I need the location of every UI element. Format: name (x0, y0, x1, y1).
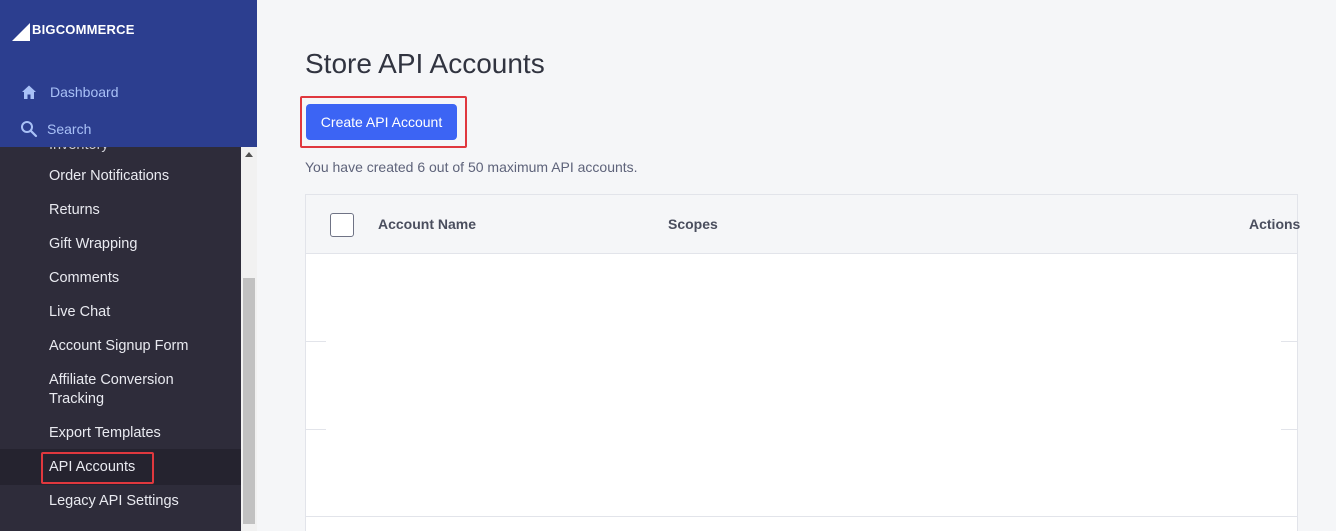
bigcommerce-logo[interactable]: BIGCOMMERCE (12, 15, 135, 43)
sidebar-item-legacy-api-settings[interactable]: Legacy API Settings (49, 492, 179, 511)
sidebar-item-returns[interactable]: Returns (49, 201, 100, 220)
sidebar-item-affiliate-conversion-tracking[interactable]: Affiliate Conversion Tracking (49, 371, 199, 409)
column-header-scopes: Scopes (668, 216, 718, 232)
sidebar-header: BIGCOMMERCE Dashboard Search (0, 0, 257, 147)
sidebar: BIGCOMMERCE Dashboard Search Inventory O… (0, 0, 257, 531)
sidebar-item-live-chat[interactable]: Live Chat (49, 303, 110, 322)
page-title: Store API Accounts (305, 48, 545, 79)
account-limit-info: You have created 6 out of 50 maximum API… (305, 159, 638, 175)
dashboard-label: Dashboard (50, 84, 119, 100)
search-label: Search (47, 121, 92, 137)
row-divider (1281, 341, 1297, 342)
sidebar-item-gift-wrapping[interactable]: Gift Wrapping (49, 235, 137, 254)
sidebar-item-inventory[interactable]: Inventory (49, 147, 109, 155)
dashboard-link[interactable]: Dashboard (20, 83, 119, 101)
sidebar-item-export-templates[interactable]: Export Templates (49, 424, 161, 443)
row-divider (306, 429, 326, 430)
api-accounts-highlight (41, 452, 154, 484)
create-api-account-button[interactable]: Create API Account (306, 104, 457, 140)
row-divider (1281, 429, 1297, 430)
table-header: Account Name Scopes Actions (306, 195, 1301, 254)
sidebar-nav: Inventory Order Notifications Returns Gi… (0, 147, 241, 531)
logo-icon (12, 17, 30, 41)
table-bottom-border (306, 516, 1297, 517)
select-all-checkbox[interactable] (330, 213, 354, 237)
scroll-up-arrow-icon[interactable] (245, 152, 253, 157)
search-icon (20, 120, 38, 138)
sidebar-item-order-notifications[interactable]: Order Notifications (49, 167, 169, 186)
sidebar-scrollbar[interactable] (241, 147, 257, 531)
scrollbar-thumb[interactable] (243, 278, 255, 524)
sidebar-item-account-signup-form[interactable]: Account Signup Form (49, 337, 188, 356)
column-header-account-name[interactable]: Account Name (378, 216, 476, 232)
api-accounts-table: Account Name Scopes Actions (305, 194, 1301, 531)
logo-text: BIGCOMMERCE (32, 21, 135, 37)
row-divider (306, 341, 326, 342)
sidebar-item-comments[interactable]: Comments (49, 269, 119, 288)
column-header-actions: Actions (1249, 216, 1301, 232)
search-link[interactable]: Search (20, 120, 91, 138)
home-icon (20, 83, 38, 101)
